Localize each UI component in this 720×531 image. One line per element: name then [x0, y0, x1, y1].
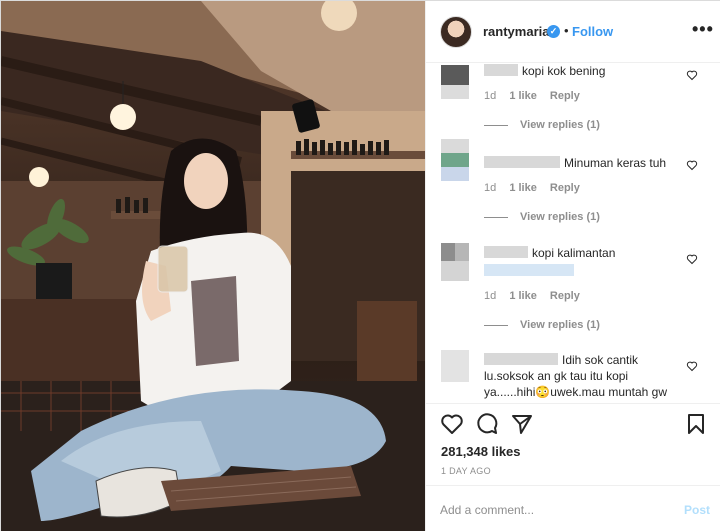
blurred-username [484, 156, 560, 168]
bookmark-icon[interactable] [684, 412, 708, 436]
blurred-username [484, 246, 528, 258]
comment-text: Minuman keras tuh [484, 155, 684, 171]
comment-like-heart-icon[interactable] [686, 253, 698, 265]
post-sidebar: rantymaria ✓ • Follow ••• kopi kok benin… [425, 1, 720, 531]
comment-likes[interactable]: 1 like [509, 182, 537, 194]
comments-list[interactable]: kopi kok bening 1d 1 like Reply View rep… [426, 63, 720, 403]
comment-avatar[interactable] [441, 139, 469, 181]
comment-text: Idih sok cantik lu.soksok an gk tau itu … [484, 353, 668, 399]
view-replies-button[interactable]: View replies (1) [484, 319, 600, 331]
add-comment-bar: Post [426, 485, 720, 531]
post-photo[interactable] [1, 1, 425, 531]
comment-like-heart-icon[interactable] [686, 69, 698, 81]
heart-outline-icon[interactable] [440, 412, 464, 436]
more-options-icon[interactable]: ••• [692, 20, 714, 38]
view-replies-button[interactable]: View replies (1) [484, 119, 600, 131]
comment-like-heart-icon[interactable] [686, 360, 698, 372]
replies-line [484, 124, 508, 126]
comment-avatar[interactable] [441, 243, 469, 281]
comment-like-heart-icon[interactable] [686, 159, 698, 171]
comment-likes[interactable]: 1 like [509, 290, 537, 302]
reply-button[interactable]: Reply [550, 290, 580, 302]
comment-likes[interactable]: 1 like [509, 90, 537, 102]
comment-time: 1d [484, 182, 497, 194]
comment-time: 1d [484, 90, 497, 102]
post-comment-button[interactable]: Post [684, 503, 710, 517]
comment-meta: 1d 1 like Reply [484, 290, 590, 302]
comment-time: 1d [484, 290, 497, 302]
comment-avatar[interactable] [441, 65, 469, 99]
paper-plane-icon[interactable] [510, 412, 534, 436]
likes-count[interactable]: 281,348 likes [441, 444, 521, 459]
replies-line [484, 216, 508, 218]
instagram-post: rantymaria ✓ • Follow ••• kopi kok benin… [0, 0, 720, 531]
post-header: rantymaria ✓ • Follow ••• [426, 1, 720, 63]
reply-button[interactable]: Reply [550, 90, 580, 102]
photo-illustration [1, 1, 425, 531]
blurred-username [484, 64, 518, 76]
comment-meta: 1d 1 like Reply [484, 182, 590, 194]
view-replies-button[interactable]: View replies (1) [484, 211, 600, 223]
verified-badge-icon: ✓ [547, 25, 560, 38]
comment-text: kopi kok bening [484, 63, 684, 79]
follow-button[interactable]: Follow [572, 24, 613, 39]
post-age[interactable]: 1 DAY AGO [441, 466, 491, 476]
comment-bubble-icon[interactable] [475, 412, 499, 436]
reply-button[interactable]: Reply [550, 182, 580, 194]
comment-avatar[interactable] [441, 350, 469, 382]
profile-avatar[interactable] [440, 16, 472, 48]
replies-line [484, 324, 508, 326]
username-link[interactable]: rantymaria [483, 24, 549, 39]
comment-meta: 1d 1 like Reply [484, 90, 590, 102]
comment-text: kopi kalimantan [484, 245, 684, 279]
blurred-mention [484, 264, 574, 276]
add-comment-input[interactable] [440, 500, 670, 520]
blurred-username [484, 353, 558, 365]
header-separator: • [564, 23, 569, 38]
post-actions: 281,348 likes 1 DAY AGO [426, 403, 720, 493]
